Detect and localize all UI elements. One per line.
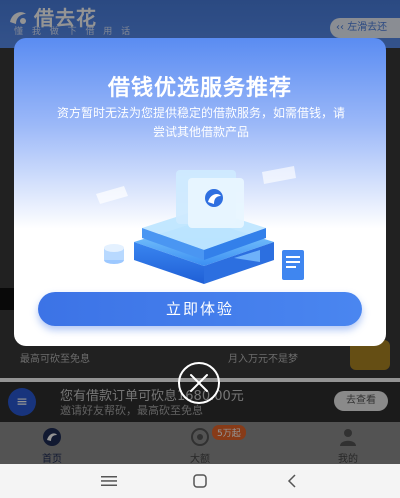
screen-card-icon xyxy=(176,170,244,228)
square-home-icon xyxy=(193,474,207,488)
dialog-title: 借钱优选服务推荐 xyxy=(107,76,292,101)
coin-stack-icon xyxy=(104,244,124,264)
system-navigation-bar xyxy=(0,464,400,498)
server-illustration xyxy=(96,166,304,284)
back-arrow-icon xyxy=(287,474,296,488)
menu-button[interactable] xyxy=(94,470,124,492)
back-button[interactable] xyxy=(277,470,307,492)
dialog-description: 资方暂时无法为您提供稳定的借款服务，如需借钱，请尝试其他借款产品 xyxy=(56,106,345,139)
menu-icon xyxy=(101,476,117,486)
close-icon xyxy=(190,374,208,392)
document-icon xyxy=(282,250,304,280)
close-button[interactable] xyxy=(178,362,220,404)
recommendation-dialog: 借钱优选服务推荐 资方暂时无法为您提供稳定的借款服务，如需借钱，请尝试其他借款产… xyxy=(14,38,386,346)
try-now-button[interactable]: 立即体验 xyxy=(38,292,362,326)
home-nav-button[interactable] xyxy=(185,470,215,492)
